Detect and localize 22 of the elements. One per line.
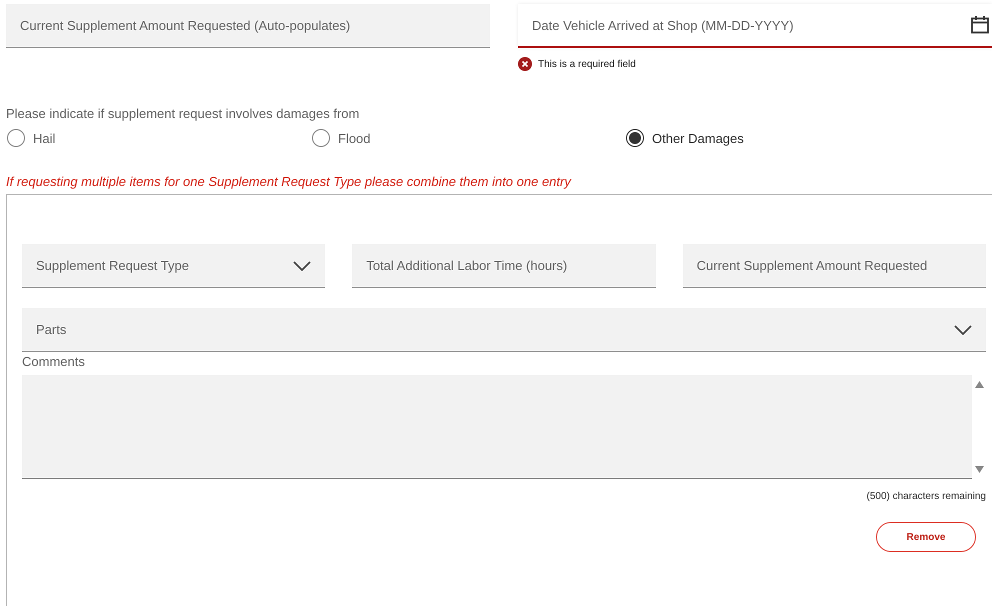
chevron-down-icon [293,260,312,270]
question-label: Please indicate if supplement request involves damages from [6,106,360,121]
radio-option[interactable]: Other Damages [626,129,992,147]
radio-option[interactable]: Hail [7,129,312,147]
comments-label: Comments [22,354,86,369]
input-field[interactable]: Current Supplement Amount Requested [682,244,986,288]
error-icon [518,57,532,71]
amount-field[interactable]: Current Supplement Amount Requested (Auto-populates) [6,4,490,48]
scroll-up-icon[interactable] [974,381,984,388]
character-counter: (500) characters remaining [866,491,986,502]
parts-dropdown[interactable]: Parts [22,308,986,352]
remove-button[interactable]: Remove [876,522,976,552]
date-field[interactable]: Date Vehicle Arrived at Shop (MM-DD-YYYY) [518,4,992,48]
input-field[interactable]: Total Additional Labor Time (hours) [352,244,656,288]
calendar-icon[interactable] [970,15,990,35]
chevron-down-icon [954,324,972,334]
radio-option[interactable]: Flood [312,129,626,147]
error-message: This is a required field [538,58,636,70]
type-dropdown[interactable]: Supplement Request Type [22,244,326,288]
scroll-down-icon[interactable] [974,466,984,473]
instruction-note: If requesting multiple items for one Supplement Request Type please combine them into one entry [6,174,572,189]
comments-field[interactable] [22,375,972,479]
